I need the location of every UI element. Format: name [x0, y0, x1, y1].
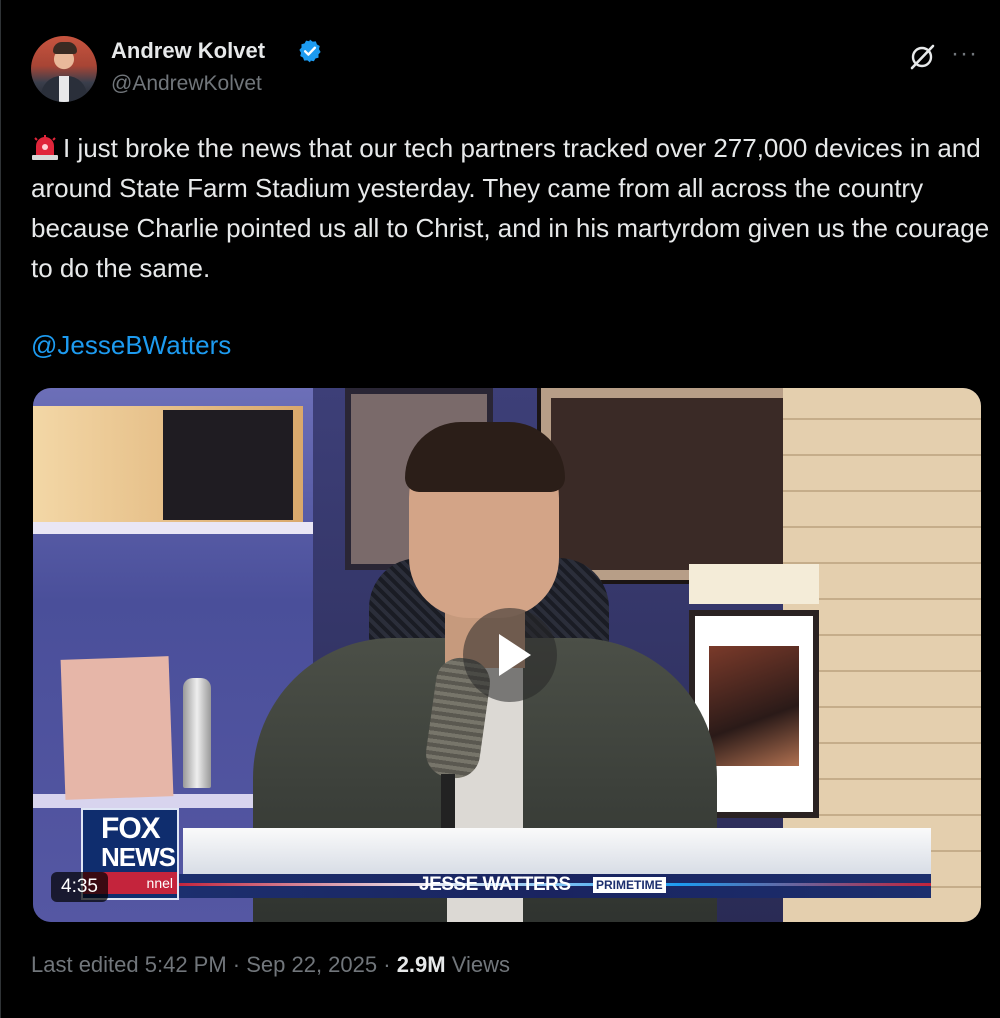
play-button[interactable]: [463, 608, 557, 702]
video-scene-trophy: [183, 678, 211, 788]
video-scene-shelf: [33, 522, 313, 534]
tweet-text: I just broke the news that our tech part…: [31, 128, 991, 288]
verified-badge-icon: [299, 39, 321, 63]
tweet-body: I just broke the news that our tech part…: [31, 133, 990, 283]
tweet: Andrew Kolvet @AndrewKolvet ··· I just b…: [0, 0, 1000, 1018]
siren-icon: [32, 135, 58, 160]
author-handle[interactable]: @AndrewKolvet: [111, 72, 262, 96]
more-options-icon[interactable]: ···: [951, 40, 978, 68]
tweet-meta: Last edited 5:42 PM · Sep 22, 2025 · 2.9…: [31, 952, 510, 978]
mention-link[interactable]: @JesseBWatters: [31, 330, 231, 361]
edited-timestamp[interactable]: Last edited 5:42 PM · Sep 22, 2025 ·: [31, 952, 397, 977]
video-scene-frame-large: [537, 388, 805, 584]
lower-third-banner: [183, 828, 931, 874]
logo-line-1: FOX: [101, 812, 161, 845]
play-icon: [499, 634, 531, 676]
views-count: 2.9M: [396, 952, 446, 977]
video-scene-photo: [709, 646, 799, 766]
views-label: Views: [445, 952, 511, 977]
video-person-hair: [405, 422, 565, 492]
avatar[interactable]: [31, 36, 97, 102]
logo-line-2: NEWS: [101, 842, 176, 872]
video-scene-plaque: [60, 656, 174, 800]
avatar-shirt: [59, 76, 69, 102]
show-title: JESSE WATTERS: [419, 874, 571, 895]
video-duration: 4:35: [51, 872, 108, 902]
grok-icon[interactable]: [907, 42, 937, 72]
video-scene-lamp: [689, 564, 819, 604]
show-subtitle: PRIMETIME: [593, 877, 666, 893]
video-microphone-arm: [441, 774, 455, 834]
video-player[interactable]: JESSE WATTERS PRIMETIME FOX NEWS nnel 4:…: [33, 388, 981, 922]
author-name[interactable]: Andrew Kolvet: [111, 38, 265, 64]
video-scene-books: [163, 410, 293, 520]
avatar-hair: [53, 42, 77, 54]
